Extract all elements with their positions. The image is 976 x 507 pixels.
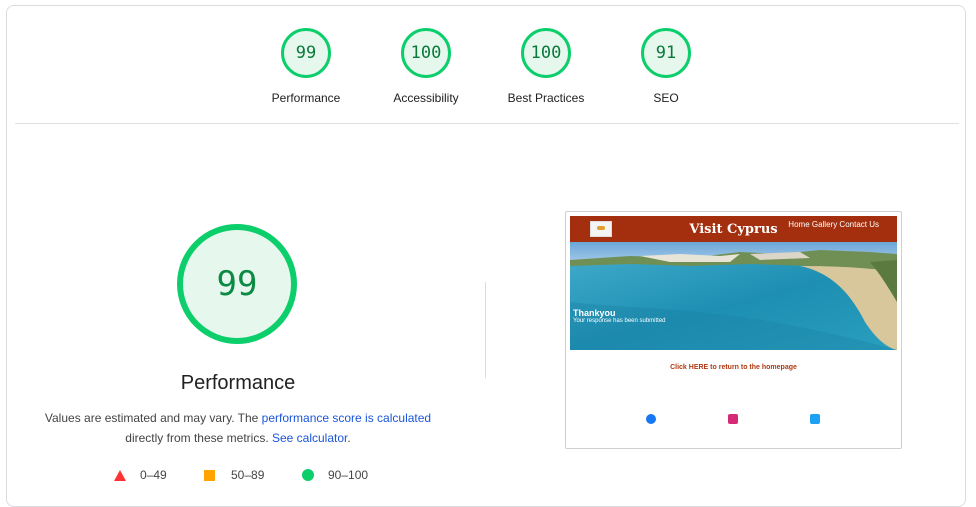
vertical-divider (485, 282, 486, 378)
hero-subtitle: Your response has been submitted (573, 318, 666, 324)
gauge-accessibility[interactable]: 100 Accessibility (371, 28, 481, 105)
site-nav: Home Gallery Contact Us (788, 220, 879, 229)
return-homepage-link: Click HERE to return to the homepage (670, 364, 797, 371)
desc-text-1: Values are estimated and may vary. The (44, 411, 262, 425)
twitter-icon (810, 414, 820, 424)
gauge-performance[interactable]: 99 Performance (251, 28, 361, 105)
legend-pass-label: 90–100 (328, 468, 369, 482)
hero-title: Thankyou (573, 308, 616, 318)
legend-average-label: 50–89 (231, 468, 265, 482)
gauge-best-practices-score: 100 (521, 28, 571, 78)
performance-score-link[interactable]: performance score is calculated (262, 411, 431, 425)
square-icon (204, 469, 215, 481)
gauge-seo-score: 91 (641, 28, 691, 78)
gauge-performance-score: 99 (281, 28, 331, 78)
instagram-icon (728, 414, 738, 424)
circle-icon (302, 469, 314, 481)
section-divider (15, 123, 959, 124)
performance-score-gauge: 99 (177, 224, 297, 344)
performance-description: Values are estimated and may vary. The p… (30, 408, 446, 448)
gauge-performance-label: Performance (271, 91, 341, 105)
legend-fail: 0–49 (114, 468, 167, 482)
gauge-seo[interactable]: 91 SEO (611, 28, 721, 105)
see-calculator-link[interactable]: See calculator (272, 431, 347, 445)
legend-average: 50–89 (204, 468, 264, 482)
hero-message: Thankyou Your response has been submitte… (573, 308, 666, 324)
gauge-seo-label: SEO (653, 91, 679, 105)
page-screenshot: Visit Cyprus Home Gallery Contact Us Tha… (565, 211, 902, 449)
gauge-accessibility-score: 100 (401, 28, 451, 78)
gauge-best-practices[interactable]: 100 Best Practices (491, 28, 601, 105)
beach-hero-image: Thankyou Your response has been submitte… (570, 242, 897, 350)
gauge-accessibility-label: Accessibility (393, 91, 459, 105)
gauge-best-practices-label: Best Practices (507, 91, 585, 105)
desc-text-2: directly from these metrics. (125, 431, 272, 445)
site-header: Visit Cyprus Home Gallery Contact Us (570, 216, 897, 242)
legend-pass: 90–100 (302, 468, 368, 482)
beach-illustration (570, 242, 897, 350)
facebook-icon (646, 414, 656, 424)
desc-text-3: . (347, 431, 351, 445)
performance-title: Performance (180, 372, 296, 394)
legend-fail-label: 0–49 (140, 468, 167, 482)
triangle-icon (114, 469, 126, 481)
